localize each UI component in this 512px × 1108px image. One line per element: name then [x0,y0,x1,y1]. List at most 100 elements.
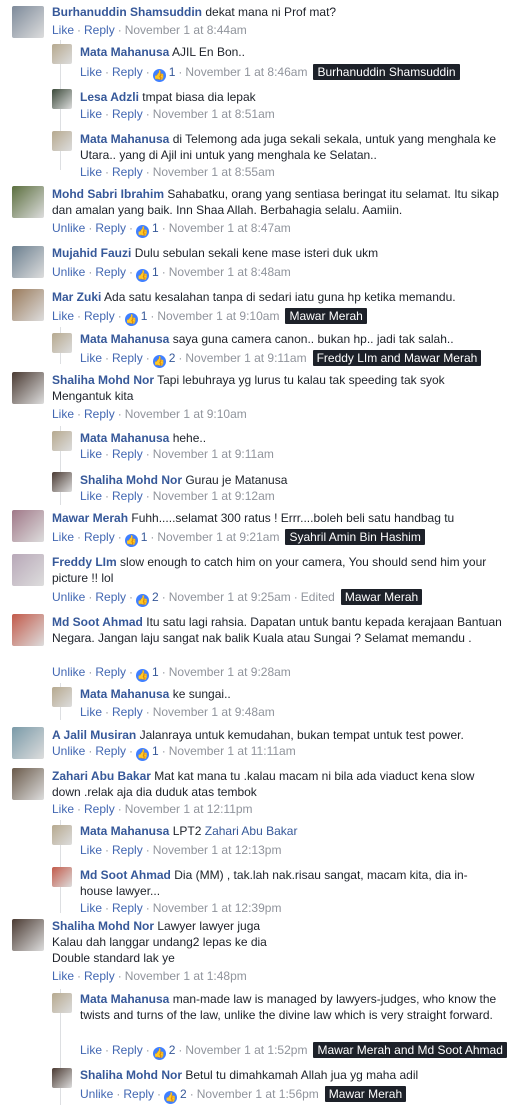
reply-button[interactable]: Reply [123,1087,154,1101]
commenter-name[interactable]: A Jalil Musiran [52,728,136,742]
like-button[interactable]: Like [52,530,74,544]
reply-button[interactable]: Reply [112,447,143,461]
like-button[interactable]: Like [80,65,102,79]
timestamp[interactable]: November 1 at 8:47am [169,221,291,235]
avatar[interactable] [52,131,72,151]
like-count[interactable]: 👍 1 [136,265,159,282]
reply-button[interactable]: Reply [84,530,115,544]
commenter-name[interactable]: Mata Mahanusa [80,132,169,146]
avatar[interactable] [12,6,44,38]
unlike-button[interactable]: Unlike [52,665,85,679]
like-count[interactable]: 👍 1 [136,221,159,238]
timestamp[interactable]: November 1 at 9:10am [125,407,247,421]
commenter-name[interactable]: Md Soot Ahmad [52,615,143,629]
avatar[interactable] [12,186,44,218]
unlike-button[interactable]: Unlike [80,1087,113,1101]
commenter-name[interactable]: Mata Mahanusa [80,687,169,701]
commenter-name[interactable]: Mata Mahanusa [80,431,169,445]
reply-button[interactable]: Reply [112,705,143,719]
avatar[interactable] [52,89,72,109]
avatar[interactable] [12,289,44,321]
reply-button[interactable]: Reply [84,309,115,323]
reply-button[interactable]: Reply [112,901,143,915]
timestamp[interactable]: November 1 at 1:56pm [197,1087,319,1101]
like-count[interactable]: 👍 1 [152,65,175,82]
timestamp[interactable]: November 1 at 8:51am [153,107,275,121]
avatar[interactable] [12,768,44,800]
like-count[interactable]: 👍 2 [164,1087,187,1104]
avatar[interactable] [52,867,72,887]
commenter-name[interactable]: Shaliha Mohd Nor [80,1068,182,1082]
mention-link[interactable]: Zahari Abu Bakar [205,824,298,838]
timestamp[interactable]: November 1 at 12:39pm [153,901,282,915]
commenter-name[interactable]: Mata Mahanusa [80,45,169,59]
reply-button[interactable]: Reply [84,802,115,816]
reply-button[interactable]: Reply [112,165,143,179]
unlike-button[interactable]: Unlike [52,265,85,279]
timestamp[interactable]: November 1 at 9:12am [153,489,275,503]
avatar[interactable] [52,472,72,492]
like-count[interactable]: 👍 1 [124,530,147,547]
edited-label[interactable]: Edited [301,590,335,604]
avatar[interactable] [52,431,72,451]
commenter-name[interactable]: Shaliha Mohd Nor [80,473,182,487]
timestamp[interactable]: November 1 at 8:44am [125,23,247,37]
unlike-button[interactable]: Unlike [52,221,85,235]
timestamp[interactable]: November 1 at 9:21am [157,530,279,544]
timestamp[interactable]: November 1 at 8:46am [185,65,307,79]
reply-button[interactable]: Reply [95,265,126,279]
commenter-name[interactable]: Shaliha Mohd Nor [52,919,154,933]
like-button[interactable]: Like [80,447,102,461]
commenter-name[interactable]: Mujahid Fauzi [52,246,131,260]
reply-button[interactable]: Reply [112,351,143,365]
reply-button[interactable]: Reply [84,407,115,421]
reply-button[interactable]: Reply [95,221,126,235]
commenter-name[interactable]: Mawar Merah [52,511,128,525]
reply-button[interactable]: Reply [112,843,143,857]
like-button[interactable]: Like [52,969,74,983]
commenter-name[interactable]: Burhanuddin Shamsuddin [52,5,202,19]
avatar[interactable] [12,727,44,759]
avatar[interactable] [52,825,72,845]
commenter-name[interactable]: Mohd Sabri Ibrahim [52,187,164,201]
reply-button[interactable]: Reply [95,590,126,604]
like-count[interactable]: 👍 1 [124,309,147,326]
commenter-name[interactable]: Freddy LIm [52,555,117,569]
like-button[interactable]: Like [80,107,102,121]
commenter-name[interactable]: Mata Mahanusa [80,332,169,346]
reply-button[interactable]: Reply [112,489,143,503]
like-count[interactable]: 👍 1 [136,665,159,682]
unlike-button[interactable]: Unlike [52,744,85,758]
timestamp[interactable]: November 1 at 9:11am [153,447,274,461]
like-button[interactable]: Like [80,705,102,719]
like-button[interactable]: Like [52,23,74,37]
reply-button[interactable]: Reply [112,107,143,121]
reply-button[interactable]: Reply [95,744,126,758]
timestamp[interactable]: November 1 at 8:55am [153,165,275,179]
like-count[interactable]: 👍 2 [152,351,175,368]
like-count[interactable]: 👍 1 [136,744,159,761]
like-button[interactable]: Like [52,309,74,323]
avatar[interactable] [12,372,44,404]
avatar[interactable] [52,993,72,1013]
avatar[interactable] [12,246,44,278]
like-button[interactable]: Like [80,901,102,915]
timestamp[interactable]: November 1 at 9:48am [153,705,275,719]
unlike-button[interactable]: Unlike [52,590,85,604]
like-button[interactable]: Like [80,351,102,365]
reply-button[interactable]: Reply [84,969,115,983]
like-count[interactable]: 👍 2 [152,1043,175,1060]
timestamp[interactable]: November 1 at 12:11pm [125,802,253,816]
timestamp[interactable]: November 1 at 9:10am [157,309,279,323]
timestamp[interactable]: November 1 at 12:13pm [153,843,282,857]
commenter-name[interactable]: Zahari Abu Bakar [52,769,151,783]
reply-button[interactable]: Reply [84,23,115,37]
commenter-name[interactable]: Mata Mahanusa [80,992,169,1006]
like-button[interactable]: Like [80,843,102,857]
commenter-name[interactable]: Shaliha Mohd Nor [52,373,154,387]
commenter-name[interactable]: Mar Zuki [52,290,101,304]
avatar[interactable] [52,333,72,353]
avatar[interactable] [52,687,72,707]
timestamp[interactable]: November 1 at 1:48pm [125,969,247,983]
timestamp[interactable]: November 1 at 9:11am [185,351,306,365]
